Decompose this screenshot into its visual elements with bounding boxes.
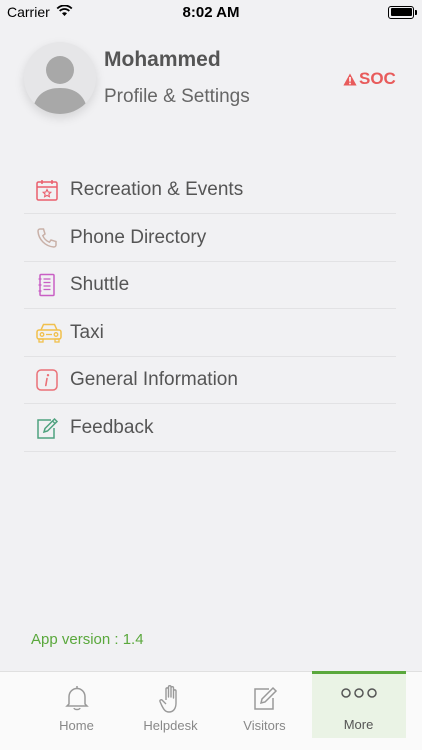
feedback-edit-icon — [24, 416, 70, 440]
tab-label: Home — [59, 718, 94, 733]
soc-button[interactable]: SOC — [343, 69, 396, 89]
tab-more[interactable]: More — [311, 671, 406, 738]
more-menu: Recreation & Events Phone Directory Shut… — [24, 167, 396, 452]
soc-label: SOC — [359, 69, 396, 88]
menu-item-label: Taxi — [70, 321, 104, 343]
status-bar: Carrier 8:02 AM — [0, 0, 422, 24]
profile-name: Mohammed — [104, 48, 221, 71]
menu-item-label: Recreation & Events — [70, 179, 244, 200]
taxi-icon — [24, 321, 70, 345]
menu-item-label: Shuttle — [70, 274, 130, 295]
person-icon — [32, 56, 88, 114]
warning-icon — [343, 73, 357, 85]
info-icon — [24, 368, 70, 392]
tab-helpdesk[interactable]: Helpdesk — [124, 672, 218, 739]
app-version: App version : 1.4 — [31, 631, 144, 648]
phone-icon — [24, 226, 70, 250]
calendar-star-icon — [24, 178, 70, 202]
avatar[interactable] — [24, 42, 96, 114]
menu-item-general-information[interactable]: General Information — [24, 357, 396, 404]
visitors-edit-icon — [218, 684, 312, 712]
more-dots-icon — [312, 686, 406, 700]
hand-icon — [124, 684, 218, 714]
notebook-icon — [24, 273, 70, 297]
menu-item-taxi[interactable]: Taxi — [24, 310, 396, 357]
tab-home[interactable]: Home — [30, 672, 124, 739]
menu-item-label: Phone Directory — [70, 226, 207, 248]
status-time: 8:02 AM — [182, 4, 240, 21]
tab-label: Helpdesk — [143, 718, 198, 733]
battery-icon — [388, 5, 417, 19]
tab-bar: Home Helpdesk Visitors More — [0, 671, 422, 750]
menu-item-shuttle[interactable]: Shuttle — [24, 262, 396, 309]
menu-item-recreation-events[interactable]: Recreation & Events — [24, 167, 396, 214]
menu-item-feedback[interactable]: Feedback — [24, 405, 396, 452]
menu-item-phone-directory[interactable]: Phone Directory — [24, 215, 396, 262]
tab-label: Visitors — [243, 718, 286, 733]
menu-item-label: General Information — [70, 369, 238, 390]
tab-visitors[interactable]: Visitors — [218, 672, 312, 739]
bell-icon — [30, 684, 124, 712]
menu-item-label: Feedback — [70, 416, 154, 438]
profile-settings-link[interactable]: Profile & Settings — [104, 86, 250, 108]
tab-label: More — [343, 717, 374, 732]
